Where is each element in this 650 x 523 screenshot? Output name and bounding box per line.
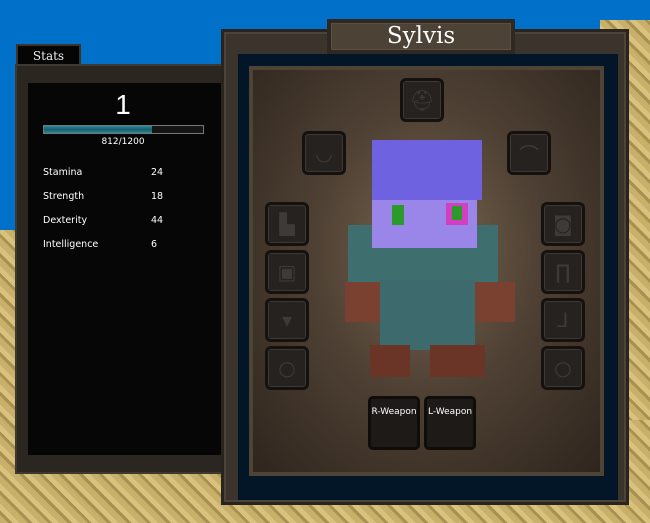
gloves-slot[interactable]: ◙ (541, 202, 585, 246)
boots-icon: ⅃ (557, 308, 569, 332)
cape-icon: ▙ (279, 212, 295, 236)
chest-slot[interactable]: ▣ (265, 250, 309, 294)
ring-slot-left[interactable]: ○ (265, 346, 309, 390)
character-name: Sylvis (327, 19, 515, 54)
right-weapon-slot[interactable]: R-Weapon (368, 396, 420, 450)
belt-slot[interactable]: ▾ (265, 298, 309, 342)
stat-dexterity: Dexterity 44 (43, 215, 164, 226)
stats-panel: 1 812/1200 Stamina 24 Strength 18 Dexterit… (15, 64, 232, 474)
stat-intelligence: Intelligence 6 (43, 239, 158, 250)
ring-icon: ○ (554, 356, 572, 380)
stat-stamina: Stamina 24 (43, 167, 164, 178)
shoulders-icon: ⌒ (519, 142, 539, 167)
ring-icon: ○ (278, 356, 296, 380)
pants-icon: ∏ (555, 260, 571, 284)
amulet-icon: ◡ (315, 141, 333, 165)
ring-slot-right[interactable]: ○ (541, 346, 585, 390)
left-weapon-slot[interactable]: L-Weapon (424, 396, 476, 450)
belt-icon: ▾ (281, 308, 293, 332)
shoulders-slot[interactable]: ⌒ (507, 131, 551, 175)
amulet-slot[interactable]: ◡ (302, 131, 346, 175)
level: 1 (115, 89, 131, 120)
helmet-icon: ⛑ (409, 88, 435, 112)
pants-slot[interactable]: ∏ (541, 250, 585, 294)
chest-armor-icon: ▣ (277, 260, 297, 284)
helmet-slot[interactable]: ⛑ (400, 78, 444, 122)
xp-text: 812/1200 (101, 137, 145, 147)
cape-slot[interactable]: ▙ (265, 202, 309, 246)
boots-slot[interactable]: ⅃ (541, 298, 585, 342)
stats-tab[interactable]: Stats (16, 44, 81, 66)
stat-strength: Strength 18 (43, 191, 164, 202)
gloves-icon: ◙ (553, 212, 573, 236)
xp-bar (43, 125, 204, 134)
